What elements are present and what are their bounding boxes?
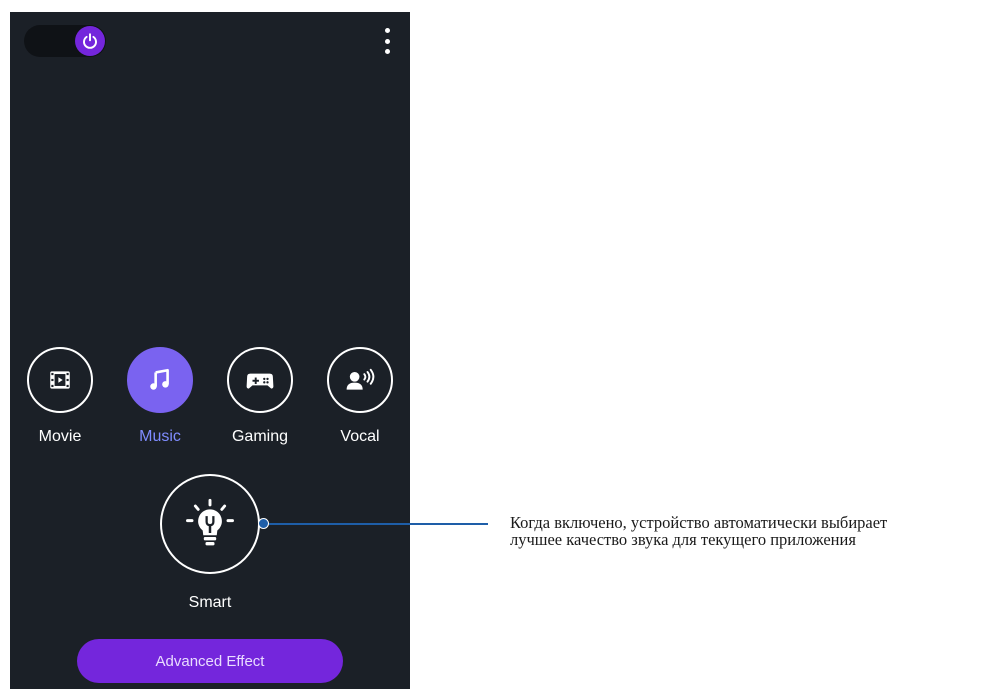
callout-line xyxy=(264,523,488,525)
mode-music[interactable]: Music xyxy=(120,347,200,447)
advanced-effect-button[interactable]: Advanced Effect xyxy=(77,639,343,683)
callout-line-1: Когда включено, устройство автоматически… xyxy=(510,513,888,532)
mode-music-label: Music xyxy=(139,428,181,445)
mode-smart-label: Smart xyxy=(188,594,232,611)
more-vert-icon[interactable] xyxy=(382,28,392,54)
callout-text: Когда включено, устройство автоматически… xyxy=(510,514,995,548)
callout-dot xyxy=(258,518,269,529)
audio-wizard-screen: Movie Music Gaming Vocal Smart Advanced … xyxy=(10,12,410,689)
mode-music-button[interactable] xyxy=(127,347,193,413)
mode-vocal-label: Vocal xyxy=(340,428,380,445)
music-note-icon xyxy=(150,368,169,390)
mode-gaming-button[interactable] xyxy=(227,347,293,413)
mode-vocal[interactable]: Vocal xyxy=(320,347,400,447)
gamepad-icon xyxy=(246,373,274,389)
mode-movie[interactable]: Movie xyxy=(20,347,100,447)
mode-gaming[interactable]: Gaming xyxy=(220,347,300,447)
mode-smart[interactable]: Smart xyxy=(158,474,262,612)
power-toggle[interactable] xyxy=(24,25,106,57)
lightbulb-icon xyxy=(186,498,234,546)
mode-movie-button[interactable] xyxy=(27,347,93,413)
callout-line-2: лучшее качество звука для текущего прило… xyxy=(510,530,856,549)
mode-gaming-label: Gaming xyxy=(231,428,289,445)
mode-vocal-button[interactable] xyxy=(327,347,393,413)
vocal-icon xyxy=(346,368,375,390)
movie-icon xyxy=(50,371,70,389)
toggle-knob[interactable] xyxy=(75,26,105,56)
power-icon xyxy=(83,33,97,49)
mode-movie-label: Movie xyxy=(38,428,82,445)
mode-smart-button[interactable] xyxy=(160,474,260,574)
